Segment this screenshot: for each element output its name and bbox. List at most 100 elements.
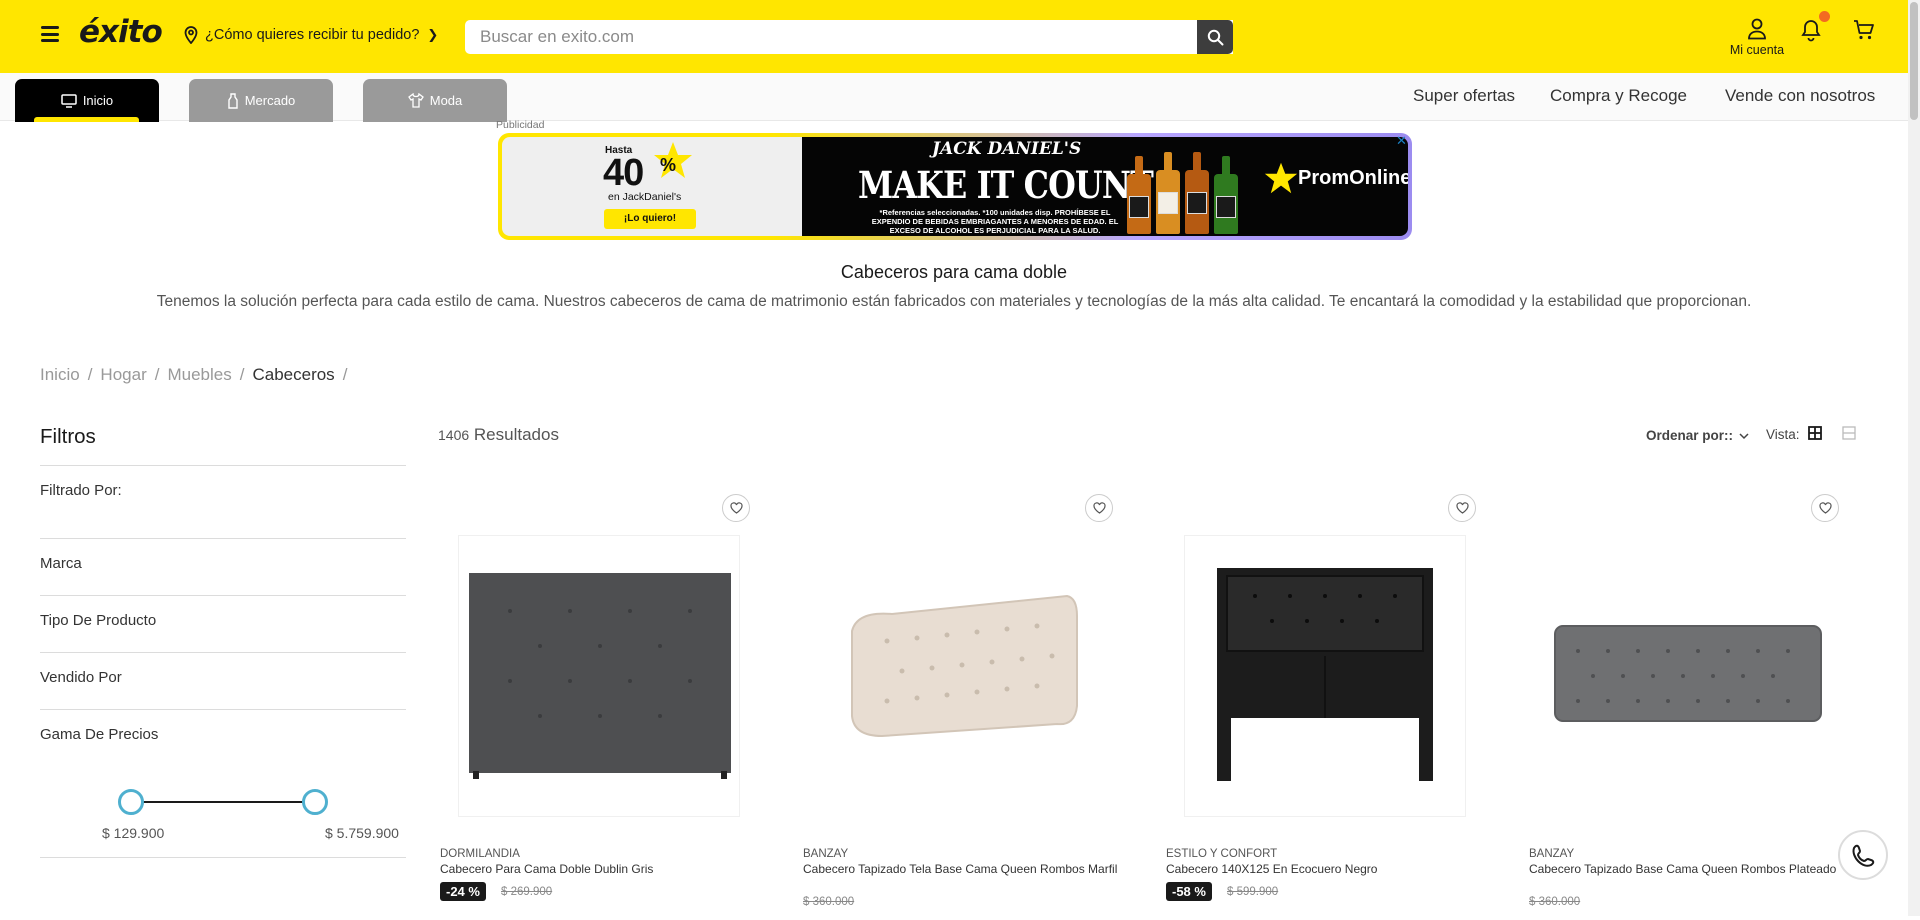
product-name[interactable]: Cabecero 140X125 En Ecocuero Negro (1166, 862, 1506, 876)
ad-bottles-image (1127, 145, 1238, 234)
exito-logo[interactable]: éxito (79, 14, 163, 50)
ad-banner[interactable]: Hasta 40 % en JackDaniel's ¡Lo quiero! J… (498, 133, 1412, 240)
breadcrumb-separator: / (239, 365, 245, 384)
bell-icon (1801, 20, 1821, 42)
search-bar (465, 20, 1233, 54)
ad-image-panel: JACK DANIEL'S MAKE IT COUNT *Referencias… (802, 137, 1408, 236)
category-description: Tenemos la solución perfecta para cada e… (156, 293, 1752, 310)
price-range-min-handle[interactable] (118, 789, 144, 815)
product-image[interactable] (821, 535, 1103, 817)
price-range-track[interactable] (131, 801, 315, 803)
divider (40, 595, 406, 596)
breadcrumb: Inicio / Hogar / Muebles / Cabeceros / (40, 365, 347, 385)
tab-mercado[interactable]: Mercado (189, 79, 333, 122)
sort-label: Ordenar por:: (1646, 428, 1734, 443)
page-title: Cabeceros para cama doble (840, 262, 1068, 282)
ad-cta-button[interactable]: ¡Lo quiero! (604, 209, 696, 229)
delivery-selector[interactable]: ¿Cómo quieres recibir tu pedido? ❯ (183, 26, 438, 44)
favorite-heart-icon[interactable] (1448, 494, 1476, 522)
product-brand: ESTILO Y CONFORT (1166, 848, 1278, 860)
search-icon (1207, 29, 1223, 45)
product-name[interactable]: Cabecero Tapizado Base Cama Queen Rombos… (1529, 862, 1869, 876)
ad-percent-sign: % (660, 155, 677, 175)
filter-vendido-por[interactable]: Vendido Por (40, 669, 122, 686)
ad-headline: MAKE IT COUNT (858, 163, 1154, 207)
breadcrumb-cabeceros[interactable]: Cabeceros (252, 365, 334, 385)
nav-link-super-ofertas[interactable]: Super ofertas (1413, 86, 1515, 106)
tab-label: Inicio (82, 93, 114, 108)
filter-gama-precios[interactable]: Gama De Precios (40, 726, 158, 743)
ad-close-icon[interactable]: ✕ (1396, 133, 1407, 149)
filters-title: Filtros (40, 425, 96, 448)
product-card[interactable]: BANZAY Cabecero Tapizado Tela Base Cama … (801, 490, 1141, 920)
discount-badge: -58 % (1166, 882, 1212, 901)
nav-link-vende[interactable]: Vende con nosotros (1725, 86, 1875, 106)
product-image[interactable] (1547, 535, 1829, 817)
ad-fine-print: *Referencias seleccionadas. *100 unidade… (871, 208, 1119, 235)
product-card[interactable]: ESTILO Y CONFORT Cabecero 140X125 En Eco… (1164, 490, 1504, 920)
price-min-value: $ 129.900 (102, 825, 165, 841)
divider (40, 652, 406, 653)
tab-label: Moda (429, 93, 463, 108)
filter-tipo-producto[interactable]: Tipo De Producto (40, 612, 156, 629)
breadcrumb-separator: / (154, 365, 160, 384)
ad-banner-inner: Hasta 40 % en JackDaniel's ¡Lo quiero! J… (502, 137, 1408, 236)
results-number: 1406 (438, 427, 470, 443)
phone-icon (1852, 844, 1875, 867)
product-brand: BANZAY (1529, 848, 1575, 860)
cart-button[interactable] (1853, 19, 1875, 46)
ad-offer-panel: Hasta 40 % en JackDaniel's ¡Lo quiero! (502, 137, 802, 236)
ad-label: Publicidad (496, 119, 545, 131)
filter-marca[interactable]: Marca (40, 555, 82, 572)
favorite-heart-icon[interactable] (1085, 494, 1113, 522)
gray-tufted-headboard (469, 573, 731, 779)
menu-icon[interactable] (41, 26, 59, 42)
bottle-image (1185, 152, 1209, 234)
tab-moda[interactable]: Moda (363, 79, 507, 122)
ad-promo: PromOnline (1264, 161, 1408, 195)
breadcrumb-inicio[interactable]: Inicio (40, 365, 80, 385)
price-max-value: $ 5.759.900 (325, 825, 399, 841)
results-count: 1406 Resultados (438, 425, 559, 445)
bottle-image (1127, 156, 1151, 234)
search-button[interactable] (1197, 20, 1233, 54)
tab-inicio[interactable]: Inicio (15, 79, 159, 122)
product-image[interactable] (1184, 535, 1466, 817)
scrollbar-thumb[interactable] (1910, 2, 1918, 120)
ad-percent: 40 (603, 152, 644, 194)
discount-badge: -24 % (440, 882, 486, 901)
product-image[interactable] (458, 535, 740, 817)
cart-icon (1854, 20, 1874, 40)
user-icon (1748, 18, 1766, 40)
grid-view-icon[interactable] (1807, 426, 1822, 443)
breadcrumb-hogar[interactable]: Hogar (100, 365, 146, 385)
price-range-max-handle[interactable] (302, 789, 328, 815)
ad-brand: JACK DANIEL'S (932, 139, 1082, 159)
notifications-button[interactable] (1800, 18, 1822, 47)
favorite-heart-icon[interactable] (722, 494, 750, 522)
product-card[interactable]: BANZAY Cabecero Tapizado Base Cama Queen… (1527, 490, 1867, 920)
old-price: $ 269.900 (501, 886, 553, 898)
search-input[interactable] (480, 27, 1233, 47)
sort-dropdown[interactable]: Ordenar por:: (1646, 428, 1749, 443)
divider (40, 538, 406, 539)
tab-label: Mercado (244, 93, 296, 108)
chat-support-button[interactable] (1838, 830, 1888, 880)
breadcrumb-muebles[interactable]: Muebles (167, 365, 231, 385)
account-button[interactable]: Mi cuenta (1724, 18, 1790, 57)
star-icon (1264, 162, 1298, 194)
product-card[interactable]: DORMILANDIA Cabecero Para Cama Doble Dub… (438, 490, 778, 920)
product-name[interactable]: Cabecero Tapizado Tela Base Cama Queen R… (803, 862, 1143, 876)
chevron-down-icon (1739, 428, 1749, 443)
view-toggle: Vista: (1766, 426, 1856, 443)
favorite-heart-icon[interactable] (1811, 494, 1839, 522)
divider (40, 709, 406, 710)
page-scrollbar[interactable] (1908, 0, 1920, 916)
list-view-icon[interactable] (1841, 426, 1856, 443)
product-name[interactable]: Cabecero Para Cama Doble Dublin Gris (440, 862, 780, 876)
nav-link-compra-recoge[interactable]: Compra y Recoge (1550, 86, 1687, 106)
ad-promo-text: PromOnline (1298, 166, 1408, 189)
top-header: éxito ¿Cómo quieres recibir tu pedido? ❯… (0, 0, 1908, 73)
divider (40, 857, 406, 858)
product-brand: DORMILANDIA (440, 848, 520, 860)
